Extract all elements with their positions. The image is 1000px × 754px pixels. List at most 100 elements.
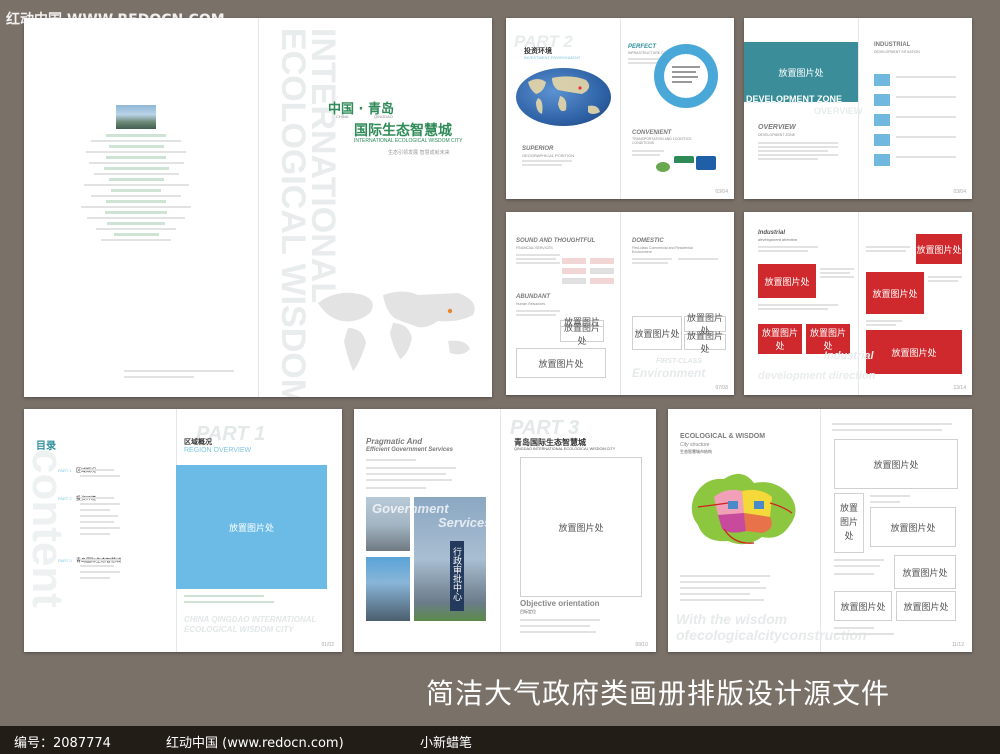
city-structure-map (691, 473, 796, 545)
region-title-cn: 区域概况 (184, 438, 212, 446)
footer-bar: 编号：2087774 红动中国 (www.redocn.com) 小新蜡笔 (0, 726, 1000, 754)
spread-services: SOUND AND THOUGHTFUL FINANCIAL SERVICES … (506, 212, 734, 395)
page-number: 09/10 (635, 642, 648, 648)
caption-title: 简洁大气政府类画册排版设计源文件 (426, 677, 891, 710)
bank-logos (562, 258, 616, 290)
infrastructure-circle (654, 44, 718, 108)
watermark-cn-qingdao: CHINA QINGDAO INTERNATIONAL (184, 615, 317, 624)
industrial-title: INDUSTRIAL (874, 42, 911, 48)
cover-title-2: 国际生态智慧城 (354, 123, 452, 139)
spread-contents: 目录 content PART 1 区域概况 PART 2 投资环境 PART … (24, 409, 342, 652)
footer-site[interactable]: 红动中国 (www.redocn.com) (166, 732, 344, 751)
index-list (76, 131, 196, 244)
image-placeholder: 放置图片处 (560, 324, 604, 347)
sound-subtitle: FINANCIAL SERVICES (516, 246, 553, 250)
image-placeholder: 放置图片处 (758, 324, 802, 354)
watermark-wisdom: With the wisdom (676, 611, 788, 627)
page-number: 11/12 (951, 642, 964, 648)
footer-author[interactable]: 小新蜡笔 (420, 732, 472, 751)
industry-bullet (874, 114, 890, 126)
logo-rail (656, 162, 670, 172)
watermark-environment: Environment (632, 366, 706, 380)
cover-title-en: INTERNATIONAL ECOLOGICAL WISDOM CITY (354, 138, 463, 144)
spread-government: Pragmatic And Efficient Government Servi… (354, 409, 656, 652)
page-number: 03/04 (953, 189, 966, 195)
image-placeholder: 放置图片处 (516, 348, 606, 378)
perfect-title: PERFECT (628, 44, 657, 50)
image-placeholder: 放置图片处 (866, 330, 962, 374)
cover-qingdao-label: QINGDAO (374, 114, 393, 119)
image-placeholder: 放置图片处 (916, 234, 962, 264)
page-number: 13/14 (953, 385, 966, 391)
page-number: 03/04 (715, 189, 728, 195)
abundant-title: ABUNDANT (516, 294, 550, 300)
globe-image (516, 68, 611, 126)
objective-subtitle: 目标定位 (520, 609, 536, 614)
eco-wisdom-title: ECOLOGICAL & WISDOM (680, 433, 766, 440)
toc-part-3-label: PART 3 (58, 558, 72, 563)
toc-part-2-label: PART 2 (58, 496, 72, 501)
overview-watermark: OVERVIEW (814, 106, 863, 116)
spread-industrial-direction: Industrial development direction 放置图片处 放… (744, 212, 972, 395)
footer-id: 编号：2087774 (14, 736, 111, 751)
watermark-industrial: Industrial (824, 350, 874, 362)
industry-bullet (874, 74, 890, 86)
watermark-first-class: FIRST-CLASS (656, 358, 702, 365)
logo-port (696, 156, 716, 170)
superior-subtitle: GEOGRAPHICAL POSITION (522, 153, 575, 158)
page-number: 01/02 (321, 642, 334, 648)
dev-zone-title: DEVELOPMENT ZONE (746, 94, 843, 104)
photo-building-2 (366, 557, 410, 621)
image-placeholder: 放置图片处 (834, 591, 892, 621)
domestic-subtitle: First-class Commercial and Residential E… (632, 246, 693, 254)
logo-airline (674, 156, 694, 170)
industrial-direction-subtitle: development direction (758, 237, 798, 242)
image-placeholder: 放置图片处 (870, 507, 956, 547)
image-placeholder: 放置图片处 (834, 493, 864, 553)
vertical-watermark-2: ECOLOGICAL WISDOM (274, 28, 312, 397)
watermark-government: Government (372, 501, 449, 516)
industry-bullet (874, 94, 890, 106)
region-title-en: REGION OVERVIEW (184, 447, 252, 454)
qingdao-marker (447, 308, 453, 314)
industrial-subtitle: DEVELOPMENT SITUATION (874, 50, 920, 54)
watermark-eco-city: ECOLOGICAL WISDOM CITY (184, 625, 294, 634)
objective-title: Objective orientation (520, 599, 600, 608)
image-placeholder: 放置图片处 (834, 439, 958, 489)
pragmatic-title: Pragmatic And (366, 437, 423, 446)
watermark-construction: ofecologicalcityconstruction (676, 627, 867, 643)
contact-line (124, 376, 194, 378)
watermark-services: Services (438, 515, 492, 530)
investment-heading-en: INVESTMENT ENVIRONMENT (524, 55, 581, 60)
cover-slogan: 生态引领发展 智慧成就未来 (388, 150, 450, 156)
city-photo (116, 105, 156, 129)
contact-line (124, 370, 234, 372)
world-map (318, 291, 475, 371)
abundant-subtitle: Human Resources (516, 302, 545, 306)
overview-subtitle: DEVELOPMENT ZONE (758, 133, 796, 137)
watermark-direction: development direction (758, 370, 876, 382)
image-placeholder: 放置图片处 (896, 591, 956, 621)
image-placeholder: 放置图片处 (520, 457, 642, 597)
industrial-direction-title: Industrial (758, 230, 786, 236)
toc-part-1-label: PART 1 (58, 468, 72, 473)
convenient-title: CONVENIENT (632, 130, 672, 136)
sound-title: SOUND AND THOUGHTFUL (516, 238, 596, 244)
eco-wisdom-subtitle: City structure (680, 442, 710, 448)
domestic-title: DOMESTIC (632, 238, 664, 244)
cover-spread: INTERNATIONAL ECOLOGICAL WISDOM 中国 · 青岛 … (24, 18, 492, 397)
superior-title: SUPERIOR (522, 146, 554, 152)
page-number: 07/08 (715, 385, 728, 391)
image-placeholder: 放置图片处 (684, 332, 726, 355)
image-placeholder: 放置图片处 (632, 316, 682, 350)
convenient-subtitle: TRANSPORTATION AND LOGISTICS CONDITIONS (632, 137, 692, 145)
image-placeholder: 放置图片处 (176, 465, 327, 589)
cover-china-label: CHINA (336, 114, 349, 119)
admin-center-sign: 行政审批中心 (451, 547, 461, 601)
image-placeholder: 放置图片处 (758, 264, 816, 298)
image-placeholder: 放置图片处 (744, 42, 858, 102)
spread-investment: PART 2 投资环境 INVESTMENT ENVIRONMENT SUPER… (506, 18, 734, 199)
image-placeholder: 放置图片处 (894, 555, 956, 589)
spread-development-zone: 放置图片处 DEVELOPMENT ZONE OVERVIEW OVERVIEW… (744, 18, 972, 199)
eco-city-title-en: QINGDAO INTERNATIONAL ECOLOGICAL WISDOM … (514, 447, 616, 451)
